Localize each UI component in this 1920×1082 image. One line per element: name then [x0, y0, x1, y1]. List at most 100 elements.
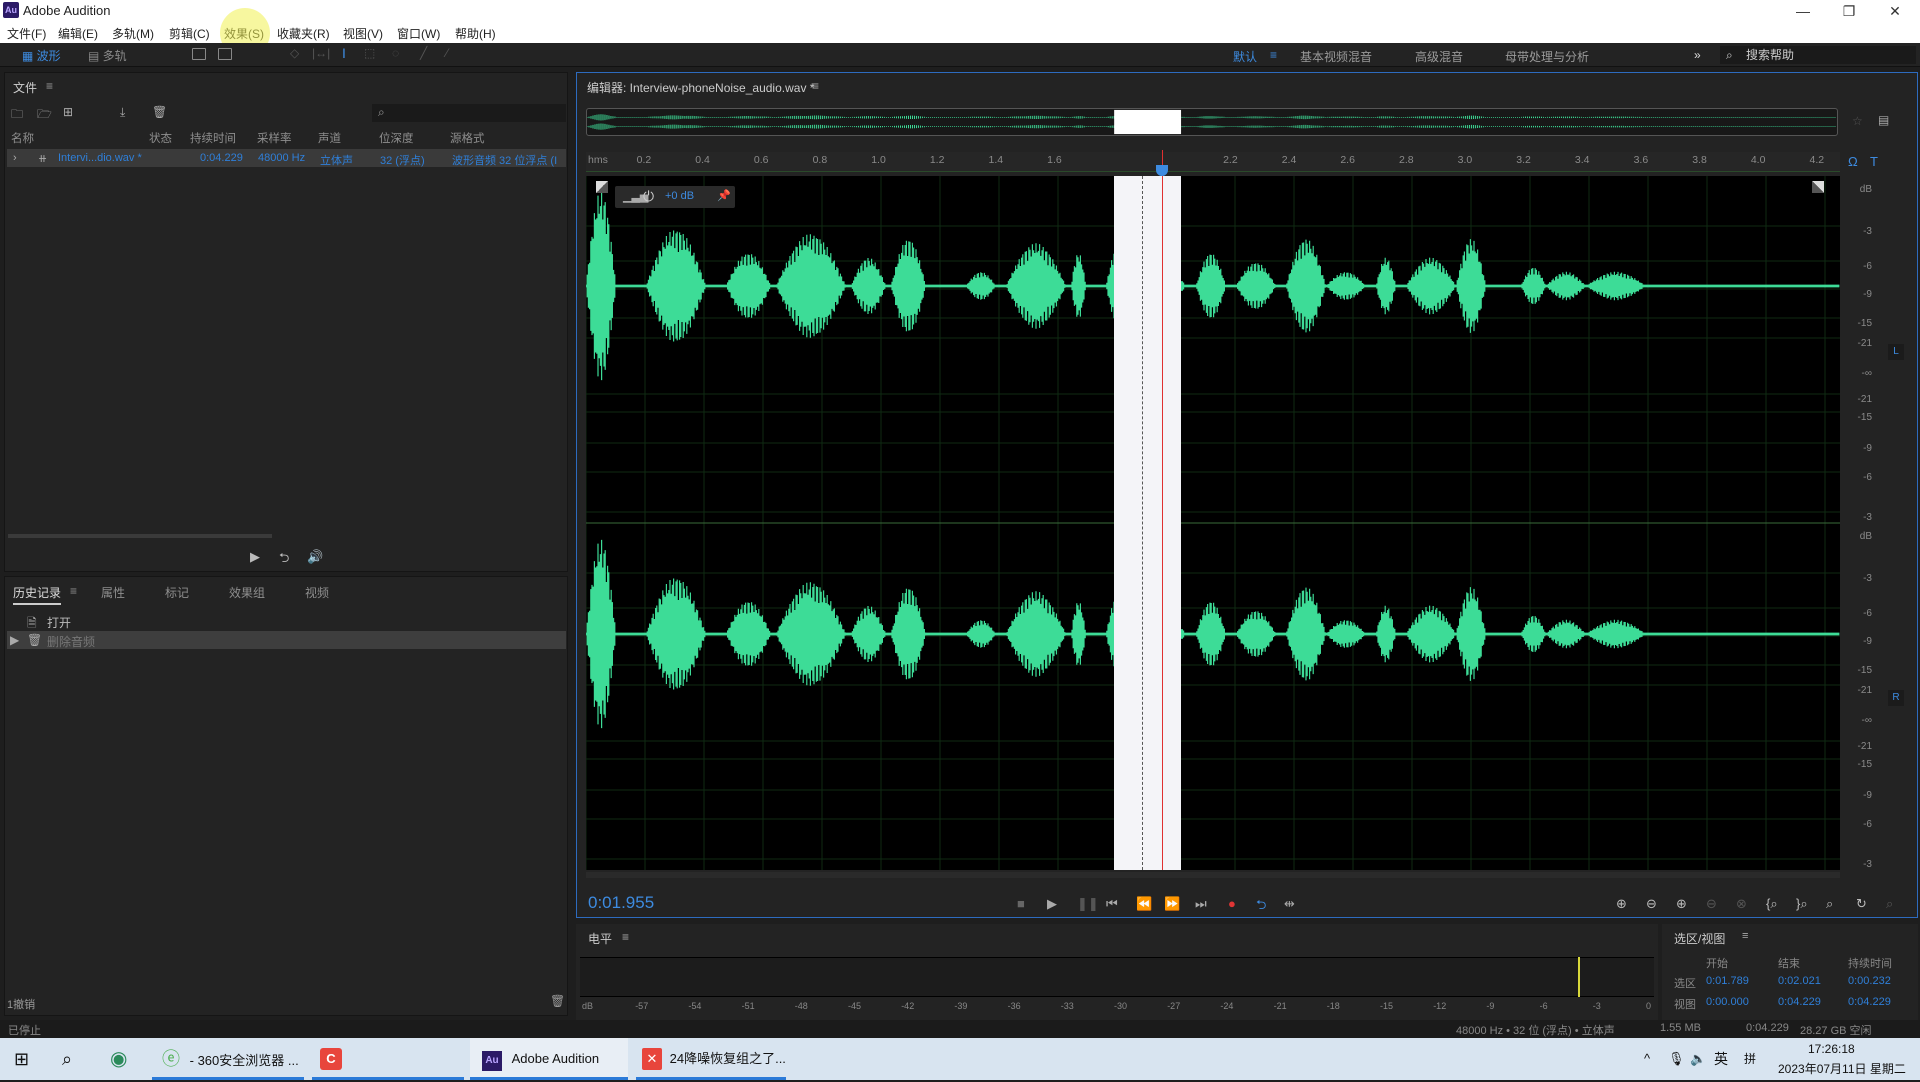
skip-selection-button[interactable]: ⇹ — [1284, 896, 1295, 912]
playhead[interactable] — [1162, 150, 1163, 870]
workspace-video-mix[interactable]: 基本视频混音 — [1300, 48, 1372, 65]
horizontal-scrollbar[interactable] — [586, 872, 1840, 878]
delete-file-icon[interactable]: 🗑 — [152, 105, 167, 119]
channel-left-toggle[interactable]: L — [1888, 344, 1904, 360]
zoom-full-icon[interactable]: ⊗ — [1736, 896, 1747, 912]
col-status[interactable]: 状态 — [149, 130, 172, 146]
waveform-view-button[interactable]: ▦ 波形 — [22, 47, 61, 64]
workspace-menu-icon[interactable]: ≡ — [1270, 48, 1277, 62]
spot-healing-icon[interactable]: ⁄ — [446, 46, 448, 60]
gain-value[interactable]: +0 dB — [665, 190, 694, 202]
preview-play-icon[interactable]: ▶ — [250, 549, 260, 565]
time-ruler[interactable]: hms 0.2 0.4 0.6 0.8 1.0 1.2 1.4 1.6 2.2 2.4 2.6 2.8… — [586, 152, 1840, 172]
selection-end[interactable]: 0:02.021 — [1778, 975, 1821, 987]
menu-file[interactable]: 文件(F) — [7, 25, 46, 42]
loop-playback-button[interactable]: ⮌ — [1256, 896, 1266, 918]
col-format[interactable]: 源格式 — [450, 130, 485, 146]
zoom-selection-icon[interactable]: ⌕ — [1826, 896, 1833, 912]
menu-clip[interactable]: 剪辑(C) — [169, 25, 210, 42]
marquee-tool-icon[interactable]: ⬚ — [364, 46, 375, 60]
zoom-out-amplitude-icon[interactable]: ⊖ — [1646, 896, 1657, 912]
clear-history-icon[interactable]: 🗑 — [550, 994, 565, 1008]
menu-view[interactable]: 视图(V) — [343, 25, 383, 42]
edge-dev-icon[interactable]: ◉ — [110, 1038, 127, 1080]
overview-navigator[interactable] — [586, 108, 1838, 136]
channel-right-toggle[interactable]: R — [1888, 690, 1904, 706]
menu-favorites[interactable]: 收藏夹(R) — [277, 25, 330, 42]
zoom-in-amplitude-icon[interactable]: ⊕ — [1616, 896, 1627, 912]
preview-loop-icon[interactable]: ⮌ — [279, 549, 289, 571]
import-file-icon[interactable]: 🗁 — [37, 105, 52, 126]
waveform-display[interactable] — [586, 176, 1840, 870]
tab-markers[interactable]: 标记 — [165, 584, 189, 601]
zoom-history-icon[interactable]: ↻ — [1856, 896, 1867, 912]
tab-properties[interactable]: 属性 — [101, 584, 125, 601]
brush-tool-icon[interactable]: ╱ — [420, 46, 427, 60]
panel-menu-icon[interactable]: ≡ — [1742, 930, 1748, 942]
restore-button[interactable]: ❐ — [1826, 0, 1872, 22]
taskbar-browser[interactable]: ⓔ - 360安全浏览器 ... — [152, 1038, 304, 1080]
fast-forward-button[interactable]: ⏩ — [1164, 896, 1180, 912]
slip-tool-icon[interactable]: |↔| — [312, 46, 330, 60]
workspace-default[interactable]: 默认 — [1233, 48, 1257, 65]
taskbar-camtasia[interactable]: C — [312, 1038, 464, 1080]
menu-multitrack[interactable]: 多轨(M) — [112, 25, 154, 42]
menu-window[interactable]: 窗口(W) — [397, 25, 440, 42]
close-button[interactable]: ✕ — [1872, 0, 1918, 22]
rewind-button[interactable]: ⏪ — [1136, 896, 1152, 912]
play-button[interactable]: ▶ — [1047, 896, 1057, 912]
current-time-display[interactable]: 0:01.955 — [588, 893, 654, 913]
menu-help[interactable]: 帮助(H) — [455, 25, 496, 42]
zoom-reset-icon[interactable]: ☆ — [1852, 114, 1863, 128]
selection-duration[interactable]: 0:00.232 — [1848, 975, 1891, 987]
panel-menu-icon[interactable]: ≡ — [70, 584, 77, 598]
panel-menu-icon[interactable]: ≡ — [46, 79, 53, 93]
fade-out-handle-icon[interactable] — [1812, 181, 1824, 193]
view-start[interactable]: 0:00.000 — [1706, 996, 1749, 1008]
tab-effects-rack[interactable]: 效果组 — [229, 584, 265, 601]
tray-overflow-icon[interactable]: ^ — [1644, 1038, 1650, 1080]
spectral-display-icon[interactable] — [192, 48, 206, 60]
razor-tool-icon[interactable]: ◇ — [290, 46, 299, 60]
zoom-extra-icon[interactable]: ⌕ — [1886, 896, 1893, 912]
search-icon[interactable]: ⌕ — [62, 1038, 72, 1080]
search-help-input[interactable]: ⌕ 搜索帮助 — [1720, 46, 1916, 64]
selection-start[interactable]: 0:01.789 — [1706, 975, 1749, 987]
snap-icon[interactable]: Ω — [1848, 154, 1858, 169]
go-to-start-button[interactable]: ⏮ — [1106, 896, 1118, 912]
pin-icon[interactable]: 📌 — [717, 189, 731, 202]
overview-menu-icon[interactable]: ▤ — [1878, 113, 1889, 127]
col-sample-rate[interactable]: 采样率 — [257, 130, 292, 146]
time-selection-tool-icon[interactable]: I — [342, 45, 346, 61]
microphone-icon[interactable]: 🎙 — [1668, 1038, 1685, 1080]
pause-button[interactable]: ❚❚ — [1077, 896, 1099, 912]
time-selection[interactable] — [1114, 176, 1181, 870]
go-to-end-button[interactable]: ⏭ — [1195, 896, 1207, 912]
multitrack-view-button[interactable]: ▤ 多轨 — [88, 47, 127, 64]
minimize-button[interactable]: — — [1780, 0, 1826, 22]
clock-time[interactable]: 17:26:18 — [1808, 1042, 1855, 1056]
pitch-display-icon[interactable] — [218, 48, 232, 60]
record-button[interactable]: ● — [1228, 896, 1236, 911]
zoom-in-point-icon[interactable]: {⌕ — [1766, 896, 1778, 912]
panel-menu-icon[interactable]: ≡ — [622, 930, 629, 944]
lasso-tool-icon[interactable]: ◌ — [392, 46, 399, 60]
files-scrollbar[interactable] — [8, 534, 272, 538]
col-channels[interactable]: 声道 — [318, 130, 341, 146]
zoom-out-point-icon[interactable]: }⌕ — [1796, 896, 1808, 912]
volume-icon[interactable]: 🔈 — [1690, 1038, 1706, 1080]
view-end[interactable]: 0:04.229 — [1778, 996, 1821, 1008]
fade-in-handle-icon[interactable] — [596, 181, 608, 193]
history-item-selected[interactable]: ▶ 🗑 删除音频 — [7, 631, 566, 649]
new-file-icon[interactable]: ⊞ — [63, 105, 73, 119]
more-workspaces-icon[interactable]: » — [1694, 48, 1701, 62]
files-search-input[interactable]: ⌕ — [372, 104, 566, 122]
ime-mode[interactable]: 拼 — [1744, 1038, 1756, 1080]
workspace-advanced-mix[interactable]: 高级混音 — [1415, 48, 1463, 65]
open-file-icon[interactable]: 🗀 — [11, 105, 23, 126]
col-name[interactable]: 名称 — [11, 130, 34, 146]
tab-video[interactable]: 视频 — [305, 584, 329, 601]
menu-edit[interactable]: 编辑(E) — [58, 25, 98, 42]
panel-menu-icon[interactable]: ≡ — [812, 79, 819, 93]
workspace-mastering[interactable]: 母带处理与分析 — [1505, 48, 1589, 65]
